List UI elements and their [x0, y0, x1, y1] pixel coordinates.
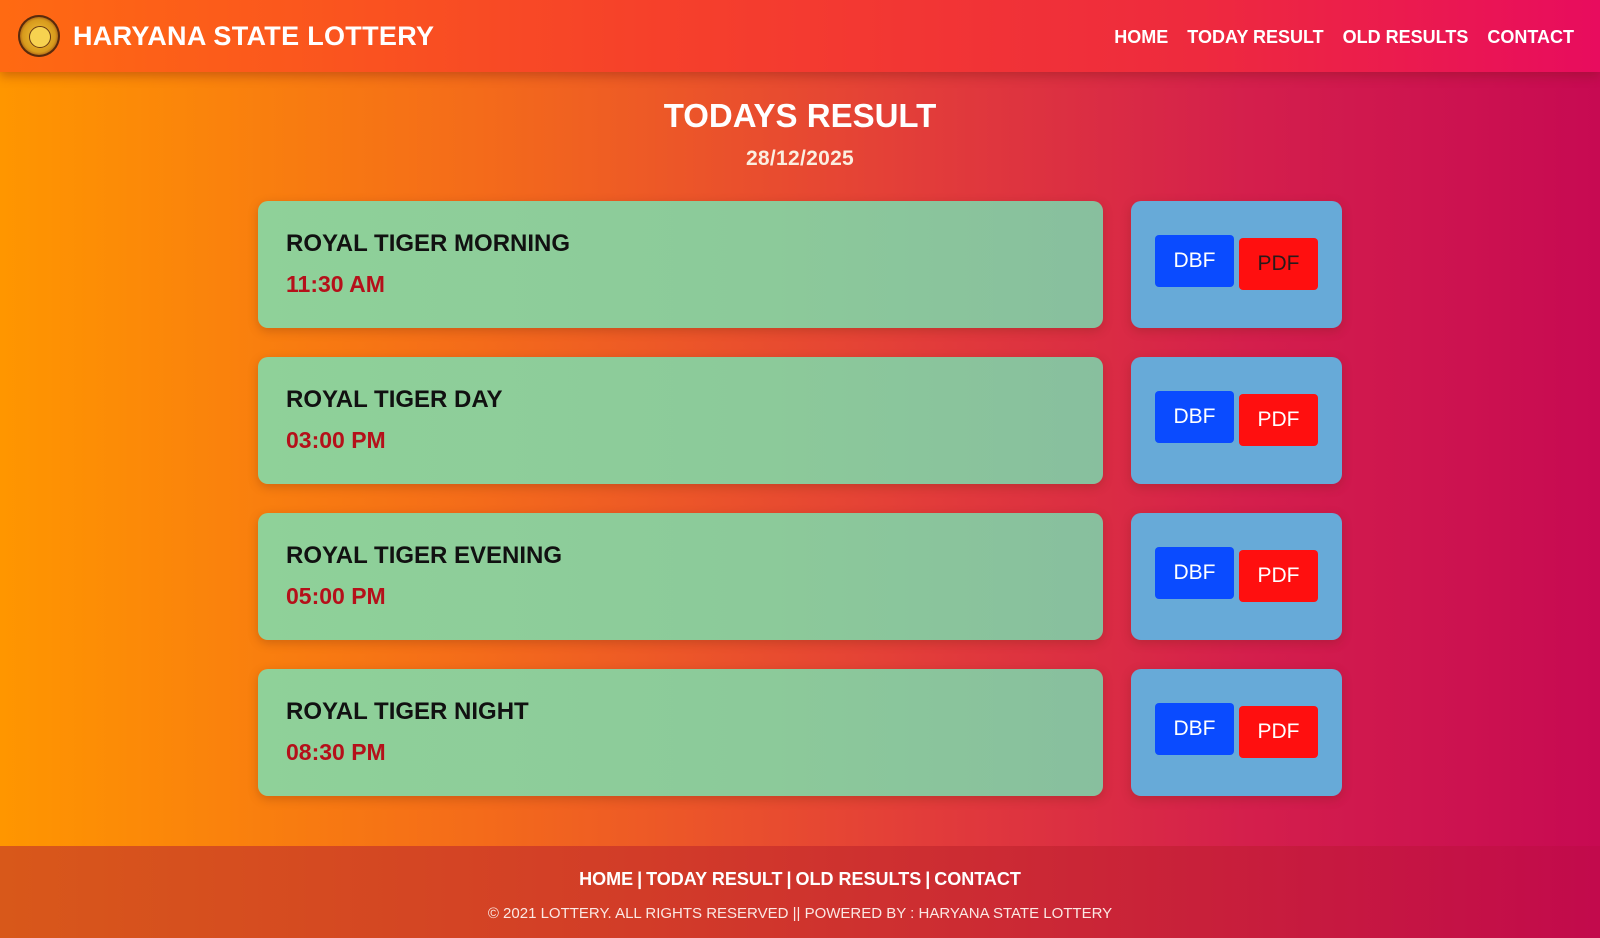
- dbf-download-button[interactable]: DBF: [1155, 703, 1234, 755]
- draw-row-night: ROYAL TIGER NIGHT 08:30 PM DBF PDF: [258, 669, 1342, 796]
- draw-card: ROYAL TIGER NIGHT 08:30 PM: [258, 669, 1103, 796]
- page-footer: HOME | TODAY RESULT | OLD RESULTS | CONTACT © …: [0, 846, 1600, 938]
- draw-name: ROYAL TIGER DAY: [286, 386, 503, 413]
- draw-name: ROYAL TIGER MORNING: [286, 230, 571, 257]
- draw-time: 11:30 AM: [286, 271, 385, 297]
- footer-nav: HOME | TODAY RESULT | OLD RESULTS | CONTACT: [0, 866, 1600, 892]
- nav-contact[interactable]: CONTACT: [1487, 24, 1574, 50]
- nav-old-results[interactable]: OLD RESULTS: [1343, 24, 1469, 50]
- site-brand[interactable]: HARYANA STATE LOTTERY: [73, 18, 434, 54]
- draw-row-day: ROYAL TIGER DAY 03:00 PM DBF PDF: [258, 357, 1342, 484]
- top-navbar: HARYANA STATE LOTTERY HOME TODAY RESULT …: [0, 0, 1600, 72]
- draw-time: 03:00 PM: [286, 427, 386, 453]
- nav-today-result[interactable]: TODAY RESULT: [1187, 24, 1323, 50]
- footer-link-today-result[interactable]: TODAY RESULT: [646, 869, 782, 889]
- pdf-download-button[interactable]: PDF: [1239, 238, 1318, 290]
- footer-separator: |: [925, 869, 931, 889]
- copyright-text: © 2021 LOTTERY. ALL RIGHTS RESERVED || P…: [487, 905, 1113, 922]
- footer-separator: |: [637, 869, 643, 889]
- lottery-emblem-icon[interactable]: [18, 15, 60, 57]
- dbf-download-button[interactable]: DBF: [1155, 235, 1234, 287]
- draw-name: ROYAL TIGER NIGHT: [286, 698, 529, 725]
- download-actions: DBF PDF: [1131, 669, 1342, 796]
- pdf-download-button[interactable]: PDF: [1239, 394, 1318, 446]
- footer-link-old-results[interactable]: OLD RESULTS: [796, 869, 922, 889]
- download-actions: DBF PDF: [1131, 357, 1342, 484]
- pdf-download-button[interactable]: PDF: [1239, 706, 1318, 758]
- draw-time: 08:30 PM: [286, 739, 386, 765]
- download-actions: DBF PDF: [1131, 513, 1342, 640]
- result-date: 28/12/2025: [745, 147, 855, 170]
- draw-row-morning: ROYAL TIGER MORNING 11:30 AM DBF PDF: [258, 201, 1342, 328]
- page-title: TODAYS RESULT: [663, 97, 937, 134]
- nav-home[interactable]: HOME: [1114, 24, 1168, 50]
- pdf-download-button[interactable]: PDF: [1239, 550, 1318, 602]
- draw-card: ROYAL TIGER EVENING 05:00 PM: [258, 513, 1103, 640]
- draw-row-evening: ROYAL TIGER EVENING 05:00 PM DBF PDF: [258, 513, 1342, 640]
- draw-card: ROYAL TIGER MORNING 11:30 AM: [258, 201, 1103, 328]
- draw-time: 05:00 PM: [286, 583, 386, 609]
- tiger-emblem-center: [29, 26, 51, 48]
- download-actions: DBF PDF: [1131, 201, 1342, 328]
- footer-link-home[interactable]: HOME: [579, 869, 633, 889]
- draw-name: ROYAL TIGER EVENING: [286, 542, 563, 569]
- dbf-download-button[interactable]: DBF: [1155, 391, 1234, 443]
- draw-card: ROYAL TIGER DAY 03:00 PM: [258, 357, 1103, 484]
- dbf-download-button[interactable]: DBF: [1155, 547, 1234, 599]
- results-list: ROYAL TIGER MORNING 11:30 AM DBF PDF ROY…: [258, 201, 1342, 825]
- main-nav: HOME TODAY RESULT OLD RESULTS CONTACT: [1114, 24, 1574, 50]
- footer-link-contact[interactable]: CONTACT: [934, 869, 1021, 889]
- footer-separator: |: [786, 869, 792, 889]
